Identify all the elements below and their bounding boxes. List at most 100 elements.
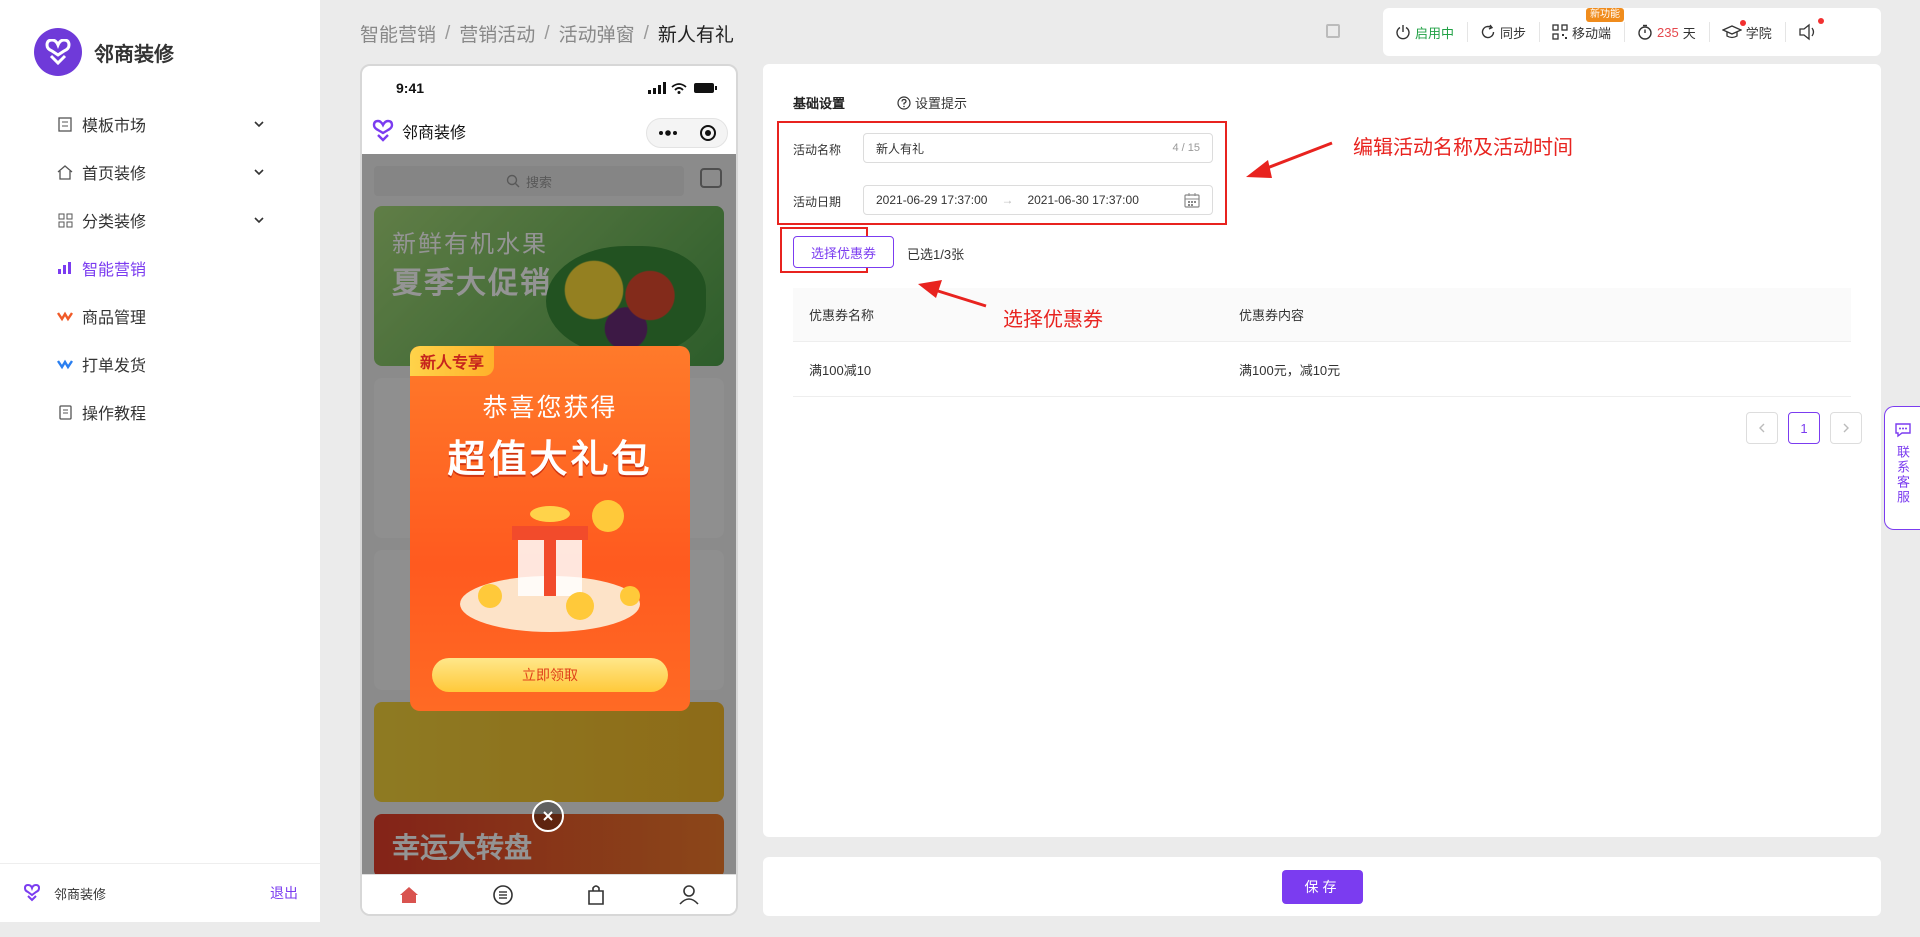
sidebar-item-label: 操作教程 [82,406,147,423]
sidebar-item-smart-marketing[interactable]: 智能营销 [56,244,266,292]
sidebar-item-label: 打单发货 [82,358,147,375]
shopping-bag-icon[interactable] [586,884,606,906]
mobile-button[interactable]: 移动端 新功能 [1539,8,1625,42]
annotation-select-coupon: 选择优惠券 [1003,309,1103,331]
date-range-arrow: → [1001,193,1014,207]
brand[interactable]: 邻商装修 [34,28,174,76]
chevron-left-icon [1759,423,1765,433]
coupon-table: 优惠券名称 优惠券内容 满100减10 满100元，减10元 [793,288,1851,397]
tab-basic-settings[interactable]: 基础设置 [793,93,845,112]
breadcrumb-item[interactable]: 智能营销 [360,20,436,47]
sidebar-item-shipping[interactable]: 打单发货 [56,340,266,388]
sound-button[interactable] [1784,18,1835,42]
shipping-icon [56,355,74,373]
date-start: 2021-06-29 17:37:00 [876,193,988,207]
phone-shop-name: 邻商装修 [402,125,467,142]
category-icon [56,211,74,229]
goods-icon [56,307,74,325]
table-row[interactable]: 满100减10 满100元，减10元 [793,342,1851,397]
timer-icon [1638,24,1652,40]
select-coupon-button[interactable]: 选择优惠券 [793,236,894,268]
collapse-icon[interactable] [1326,24,1340,38]
sidebar-nav: 模板市场 首页装修 分类装修 智能营销 商品管理 打单发货 操作教程 [56,100,266,436]
breadcrumb-separator: / [445,22,451,44]
phone-tab-bar [362,874,736,914]
table-cell: 满100元，减10元 [1239,362,1341,378]
home-icon[interactable] [398,885,420,905]
brand-logo-icon [34,28,82,76]
tab-setting-hints[interactable]: 设置提示 [897,93,967,112]
user-icon[interactable] [678,884,700,906]
tab-hint-label: 设置提示 [915,96,968,111]
breadcrumb-current: 新人有礼 [657,25,734,46]
page-button-current[interactable]: 1 [1788,412,1820,444]
list-icon[interactable] [492,884,514,906]
breadcrumb: 智能营销 / 营销活动 / 活动弹窗 / 新人有礼 [360,20,734,47]
sidebar-item-label: 商品管理 [82,310,147,327]
chevron-down-icon [254,217,264,224]
save-bar: 保存 [763,857,1881,916]
activity-name-label: 活动名称 [793,143,842,157]
refresh-icon [1481,24,1495,39]
more-icon[interactable] [658,130,678,136]
academy-label: 学院 [1745,25,1772,41]
notification-dot [1817,18,1824,24]
speaker-icon [1799,23,1814,41]
activity-date-label: 活动日期 [793,195,842,209]
academy-button[interactable]: 学院 [1708,20,1785,42]
top-toolbar: 启用中 同步 移动端 新功能 235 天 学院 [1383,8,1881,56]
contact-service-label: 联系客服 [1895,445,1910,505]
claim-button[interactable]: 立即领取 [432,658,668,692]
char-count: 4 / 15 [1172,142,1200,154]
next-page-button[interactable] [1830,412,1862,444]
save-button[interactable]: 保存 [1282,870,1363,904]
column-header: 优惠券内容 [1239,308,1305,323]
phone-time: 9:41 [396,80,425,96]
record-icon[interactable] [699,124,717,142]
table-header: 优惠券名称 优惠券内容 [793,288,1851,342]
template-icon [56,115,74,133]
logout-link[interactable]: 退出 [270,883,298,903]
notification-dot [1739,20,1746,26]
breadcrumb-item[interactable]: 活动弹窗 [559,20,635,47]
sidebar-item-category-decor[interactable]: 分类装修 [56,196,266,244]
prev-page-button[interactable] [1746,412,1778,444]
pagination: 1 [1736,412,1862,444]
days-remaining[interactable]: 235 天 [1624,22,1709,42]
contact-service-button[interactable]: 联系客服 [1884,406,1920,530]
phone-status-bar: 9:41 [362,66,736,110]
popup-close-icon[interactable] [532,800,564,832]
chevron-down-icon [254,169,264,176]
sidebar-item-tutorial[interactable]: 操作教程 [56,388,266,436]
sidebar-item-goods-management[interactable]: 商品管理 [56,292,266,340]
chat-bubble-icon [1894,423,1911,438]
sync-button[interactable]: 同步 [1467,22,1539,42]
new-feature-badge: 新功能 [1586,8,1625,22]
popup-tag: 新人专享 [410,346,495,376]
brand-logo-icon [23,883,41,902]
phone-preview: 9:41 邻商装修 搜索 新鲜有机水果 夏季大促销 幸运大转盘 新人专享 恭喜您… [360,64,738,916]
gift-illustration-icon [460,500,640,632]
help-icon [897,95,911,110]
table-cell: 满100减10 [809,362,872,378]
sidebar-item-template-market[interactable]: 模板市场 [56,100,266,148]
sync-label: 同步 [1500,25,1527,41]
sidebar-item-home-decor[interactable]: 首页装修 [56,148,266,196]
marketing-icon [56,259,74,277]
graduation-cap-icon [1721,25,1742,39]
breadcrumb-separator: / [544,22,550,44]
popup-line2: 超值大礼包 [447,439,653,481]
sidebar-item-label: 分类装修 [82,214,147,231]
settings-panel: 基础设置 设置提示 活动名称 新人有礼 4 / 15 活动日期 2021-06-… [763,64,1881,837]
activity-date-range-picker[interactable]: 2021-06-29 17:37:00 → 2021-06-30 17:37:0… [863,185,1213,215]
activity-name-input[interactable]: 新人有礼 4 / 15 [863,133,1213,163]
days-value: 235 [1657,24,1679,40]
sidebar-item-label: 智能营销 [82,262,147,279]
home-icon [56,163,74,181]
phone-capsule [646,118,728,148]
status-toggle[interactable]: 启用中 [1395,22,1467,42]
brand-name: 邻商装修 [94,43,174,66]
breadcrumb-item[interactable]: 营销活动 [459,20,535,47]
activity-name-value: 新人有礼 [876,141,925,156]
sidebar: 邻商装修 模板市场 首页装修 分类装修 智能营销 商品管理 打单发货 操作教程 … [0,0,320,922]
